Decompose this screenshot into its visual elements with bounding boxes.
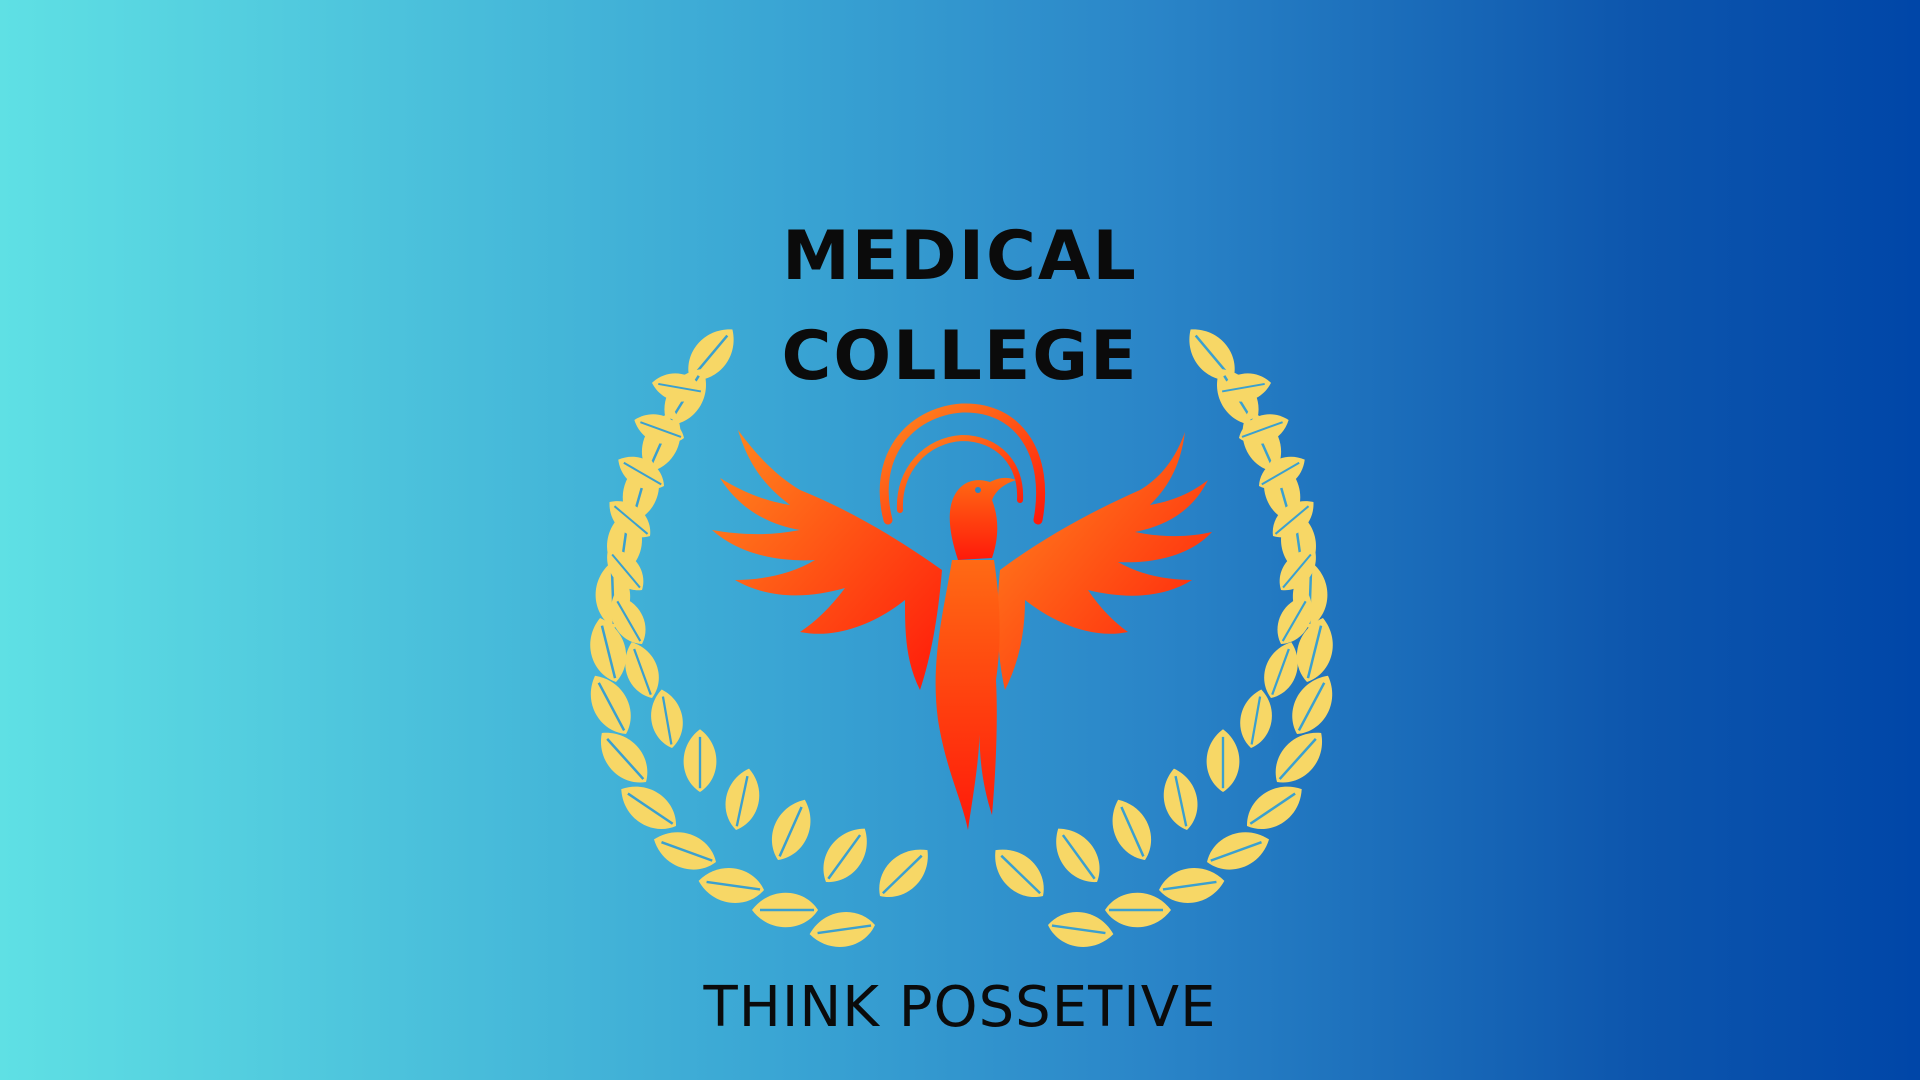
- tagline: THINK POSSETIVE: [703, 975, 1217, 1040]
- laurel-right-branch: [982, 317, 1345, 953]
- phoenix-icon: [712, 403, 1212, 830]
- laurel-left-branch: [578, 317, 941, 953]
- emblem: [578, 317, 1345, 953]
